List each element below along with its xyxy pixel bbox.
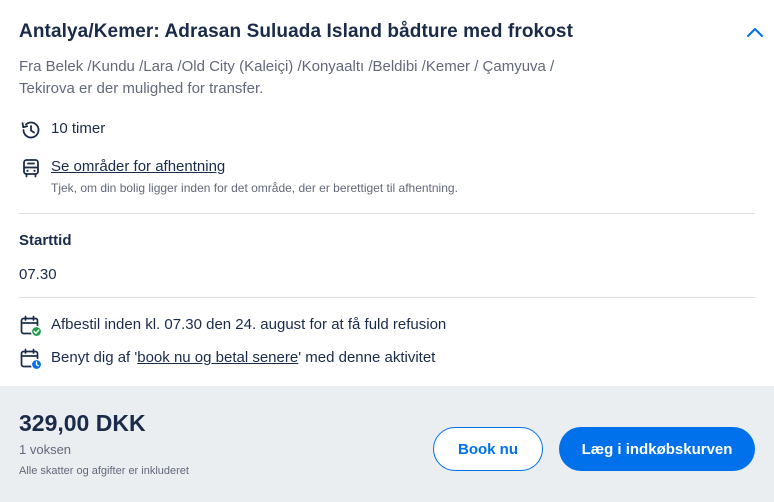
reserve-now-text: Benyt dig af 'book nu og betal senere' m… <box>51 347 435 369</box>
reserve-now-row: Benyt dig af 'book nu og betal senere' m… <box>19 347 435 371</box>
activity-header: Antalya/Kemer: Adrasan Suluada Island bå… <box>19 18 763 48</box>
booking-footer: 329,00 DKK 1 voksen Alle skatter og afgi… <box>0 386 774 502</box>
pickup-areas-link[interactable]: Se områder for afhentning <box>51 156 458 178</box>
calendar-clock-icon <box>20 348 43 371</box>
taxes-note: Alle skatter og afgifter er inkluderet <box>19 465 189 477</box>
divider <box>19 297 755 298</box>
history-clock-icon <box>21 121 40 139</box>
cancellation-text: Afbestil inden kl. 07.30 den 24. august … <box>51 316 447 333</box>
pickup-row: Se områder for afhentning Tjek, om din b… <box>19 156 458 196</box>
activity-details-card: Antalya/Kemer: Adrasan Suluada Island bå… <box>0 0 774 502</box>
cancellation-row: Afbestil inden kl. 07.30 den 24. august … <box>19 314 446 338</box>
duration-row: 10 timer <box>19 118 105 142</box>
pickup-note: Tjek, om din bolig ligger inden for det … <box>51 181 458 195</box>
traveler-count: 1 voksen <box>19 442 72 457</box>
start-time-label: Starttid <box>19 232 72 249</box>
total-price: 329,00 DKK <box>19 410 146 436</box>
bus-icon <box>23 159 39 178</box>
divider <box>19 213 755 214</box>
calendar-check-icon <box>20 315 43 338</box>
pickup-description: Fra Belek /Kundu /Lara /Old City (Kaleiç… <box>19 58 555 97</box>
pickup-text-group: Se områder for afhentning Tjek, om din b… <box>51 156 458 196</box>
add-to-cart-button[interactable]: Læg i indkøbskurven <box>559 427 755 471</box>
reserve-now-link[interactable]: book nu og betal senere <box>137 349 298 366</box>
reserve-prefix: Benyt dig af ' <box>51 349 138 366</box>
activity-title: Antalya/Kemer: Adrasan Suluada Island bå… <box>19 21 574 42</box>
chevron-up-icon[interactable] <box>743 21 767 45</box>
duration-text: 10 timer <box>51 120 106 137</box>
start-time-value: 07.30 <box>19 266 57 283</box>
book-now-button[interactable]: Book nu <box>433 427 543 471</box>
reserve-suffix: ' med denne aktivitet <box>298 349 436 366</box>
